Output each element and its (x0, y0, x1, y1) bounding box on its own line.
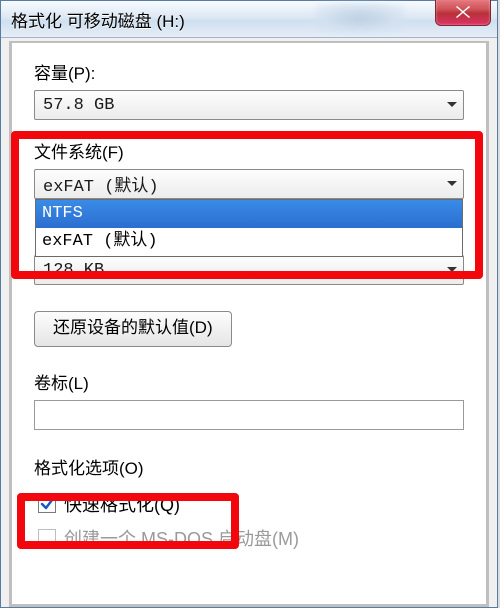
filesystem-value: exFAT (默认) (35, 171, 441, 197)
chevron-down-icon (441, 170, 463, 198)
filesystem-label: 文件系统(F) (34, 138, 464, 163)
volume-label-group: 卷标(L) (34, 369, 464, 430)
volume-label-input[interactable] (34, 400, 464, 430)
allocation-value: 128 KB (35, 261, 441, 280)
restore-defaults-group: 还原设备的默认值(D) (34, 311, 464, 347)
format-dialog-window: 格式化 可移动磁盘 (H:) 容量(P): 57.8 GB 文件系统(F) ex… (0, 0, 498, 608)
chevron-down-icon (441, 91, 463, 119)
format-options-label: 格式化选项(O) (34, 454, 464, 479)
restore-defaults-button[interactable]: 还原设备的默认值(D) (34, 311, 232, 347)
msdos-boot-checkbox (38, 529, 56, 547)
quick-format-checkbox[interactable] (38, 495, 56, 513)
allocation-combobox[interactable]: 128 KB (34, 255, 464, 285)
close-button[interactable] (435, 0, 491, 26)
filesystem-combobox[interactable]: exFAT (默认) NTFS exFAT (默认) (34, 169, 464, 199)
quick-format-label: 快速格式化(Q) (64, 491, 180, 517)
close-icon (455, 5, 471, 19)
filesystem-option-ntfs[interactable]: NTFS (36, 200, 462, 228)
msdos-boot-row: 创建一个 MS-DOS 启动盘(M) (34, 525, 464, 551)
filesystem-option-exfat[interactable]: exFAT (默认) (36, 228, 462, 256)
quick-format-row[interactable]: 快速格式化(Q) (34, 491, 464, 517)
titlebar-glass-blur (315, 3, 405, 33)
titlebar: 格式化 可移动磁盘 (H:) (1, 1, 497, 38)
allocation-group: 128 KB (34, 255, 464, 285)
dialog-client-area: 容量(P): 57.8 GB 文件系统(F) exFAT (默认) NTFS e… (9, 41, 489, 607)
format-options-group: 格式化选项(O) 快速格式化(Q) 创建一个 MS-DOS 启动盘(M) (34, 454, 464, 551)
capacity-label: 容量(P): (34, 59, 464, 84)
chevron-down-icon (441, 256, 463, 284)
capacity-combobox[interactable]: 57.8 GB (34, 90, 464, 120)
volume-label-label: 卷标(L) (34, 369, 464, 394)
window-title: 格式化 可移动磁盘 (H:) (11, 7, 185, 32)
msdos-boot-label: 创建一个 MS-DOS 启动盘(M) (64, 525, 299, 551)
filesystem-dropdown-list: NTFS exFAT (默认) (35, 199, 463, 257)
check-icon (40, 497, 54, 511)
capacity-value: 57.8 GB (35, 96, 441, 115)
filesystem-group: 文件系统(F) exFAT (默认) NTFS exFAT (默认) (34, 138, 464, 199)
capacity-group: 容量(P): 57.8 GB (34, 59, 464, 120)
